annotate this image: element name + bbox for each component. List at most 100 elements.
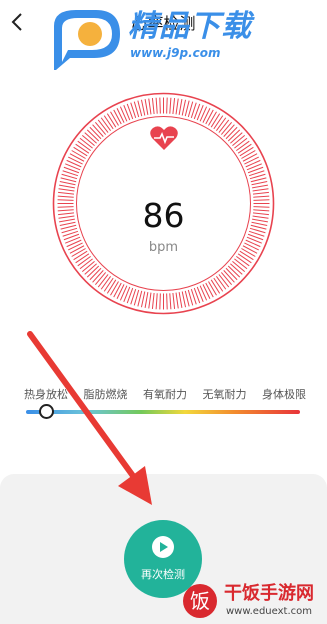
gauge-tick: [169, 293, 172, 310]
gauge-tick: [79, 137, 93, 149]
gauge-tick: [73, 146, 88, 157]
gauge-tick: [225, 126, 238, 140]
gauge-tick: [242, 153, 258, 162]
gauge-tick: [205, 109, 214, 125]
gauge-tick: [103, 277, 114, 292]
gauge-tick: [178, 292, 183, 308]
gauge-tick: [140, 99, 146, 116]
gauge-tick: [169, 97, 172, 114]
gauge-tick: [244, 156, 259, 165]
gauge-tick: [75, 253, 90, 264]
gauge-tick: [227, 265, 241, 278]
gauge-tick: [181, 291, 187, 308]
watermark-brand-top: 精品下载: [128, 9, 252, 44]
gauge-tick: [71, 150, 86, 159]
gauge-tick: [218, 274, 230, 288]
gauge-tick: [77, 255, 91, 267]
gauge-tick: [202, 108, 211, 123]
gauge-tick: [69, 153, 85, 162]
gauge-tick: [106, 113, 117, 128]
gauge-tick: [202, 284, 211, 299]
gauge-tick: [252, 184, 268, 189]
gauge-tick: [223, 124, 235, 137]
gauge-tick: [251, 180, 268, 186]
gauge-tick: [232, 134, 246, 147]
gauge-tick: [172, 98, 176, 115]
gauge-tick: [86, 265, 100, 278]
gauge-tick: [116, 284, 125, 299]
gauge-tick: [181, 99, 187, 116]
gauge-tick: [252, 188, 269, 192]
gauge-tick: [100, 117, 112, 131]
gauge-tick: [84, 132, 97, 144]
gauge-tick: [159, 97, 161, 114]
gauge-tick: [92, 270, 104, 283]
gauge-tick: [184, 100, 190, 117]
gauge-tick: [239, 146, 254, 157]
gauge-tick: [213, 277, 224, 292]
gauge-tick: [148, 292, 152, 309]
zone-gradient-bar: [26, 410, 300, 414]
gauge-tick: [199, 106, 208, 122]
gauge-tick: [119, 106, 128, 122]
gauge-tick: [60, 177, 77, 183]
gauge-tick: [79, 258, 93, 270]
gauge-tick: [100, 276, 112, 290]
gauge-tick: [225, 267, 238, 281]
watermark-brand-bottom: 干饭手游网: [224, 583, 314, 604]
gauge-tick: [227, 129, 241, 142]
gauge-tick: [159, 293, 161, 310]
gauge-tick: [210, 113, 221, 128]
zone-indicator-knob[interactable]: [39, 404, 54, 419]
gauge-tick: [234, 258, 248, 270]
retest-label: 再次检测: [141, 568, 185, 581]
gauge-tick: [245, 159, 261, 168]
heart-icon: [150, 126, 178, 150]
heart-rate-zones: 热身放松 脂肪燃烧 有氧耐力 无氧耐力 身体极限: [24, 386, 306, 402]
gauge-tick: [94, 121, 107, 135]
gauge-tick: [199, 285, 208, 301]
gauge-tick: [86, 129, 100, 142]
gauge-tick: [84, 263, 97, 275]
gauge-tick: [58, 188, 75, 192]
gauge-tick: [151, 98, 155, 115]
gauge-tick: [218, 119, 230, 133]
watermark-logo-bottom: 饭: [183, 584, 217, 618]
gauge-tick: [166, 97, 168, 114]
zone-label: 有氧耐力: [143, 388, 187, 401]
gauge-tick: [220, 121, 233, 135]
gauge-tick: [137, 290, 143, 307]
gauge-tick: [208, 111, 217, 126]
gauge-tick: [213, 115, 224, 130]
gauge-tick: [241, 150, 256, 159]
gauge-tick: [166, 293, 168, 310]
watermark-url-bottom: www.eduext.com: [226, 606, 312, 617]
gauge-tick: [215, 117, 227, 131]
gauge-tick: [208, 281, 217, 296]
gauge-tick: [81, 260, 95, 273]
gauge-tick: [178, 99, 183, 115]
gauge-tick: [140, 291, 146, 308]
heart-rate-value: 86: [142, 196, 185, 235]
gauge-tick: [66, 159, 82, 168]
gauge-tick: [68, 156, 83, 165]
gauge-tick: [175, 292, 179, 309]
zone-label: 热身放松: [24, 388, 68, 401]
gauge-tick: [184, 290, 190, 307]
gauge-tick: [77, 140, 91, 152]
gauge-tick: [81, 134, 95, 147]
gauge-tick: [119, 285, 128, 301]
gauge-tick: [234, 137, 248, 149]
gauge-tick: [250, 177, 267, 183]
gauge-tick: [252, 191, 269, 195]
gauge-tick: [106, 279, 117, 294]
gauge-tick: [230, 132, 243, 144]
gauge-tick: [116, 108, 125, 123]
gauge-tick: [230, 263, 243, 275]
gauge-tick: [155, 97, 158, 114]
gauge-tick: [237, 143, 252, 154]
gauge-tick: [210, 279, 221, 294]
gauge-tick: [110, 111, 119, 126]
gauge-tick: [232, 260, 246, 273]
gauge-tick: [148, 98, 152, 115]
